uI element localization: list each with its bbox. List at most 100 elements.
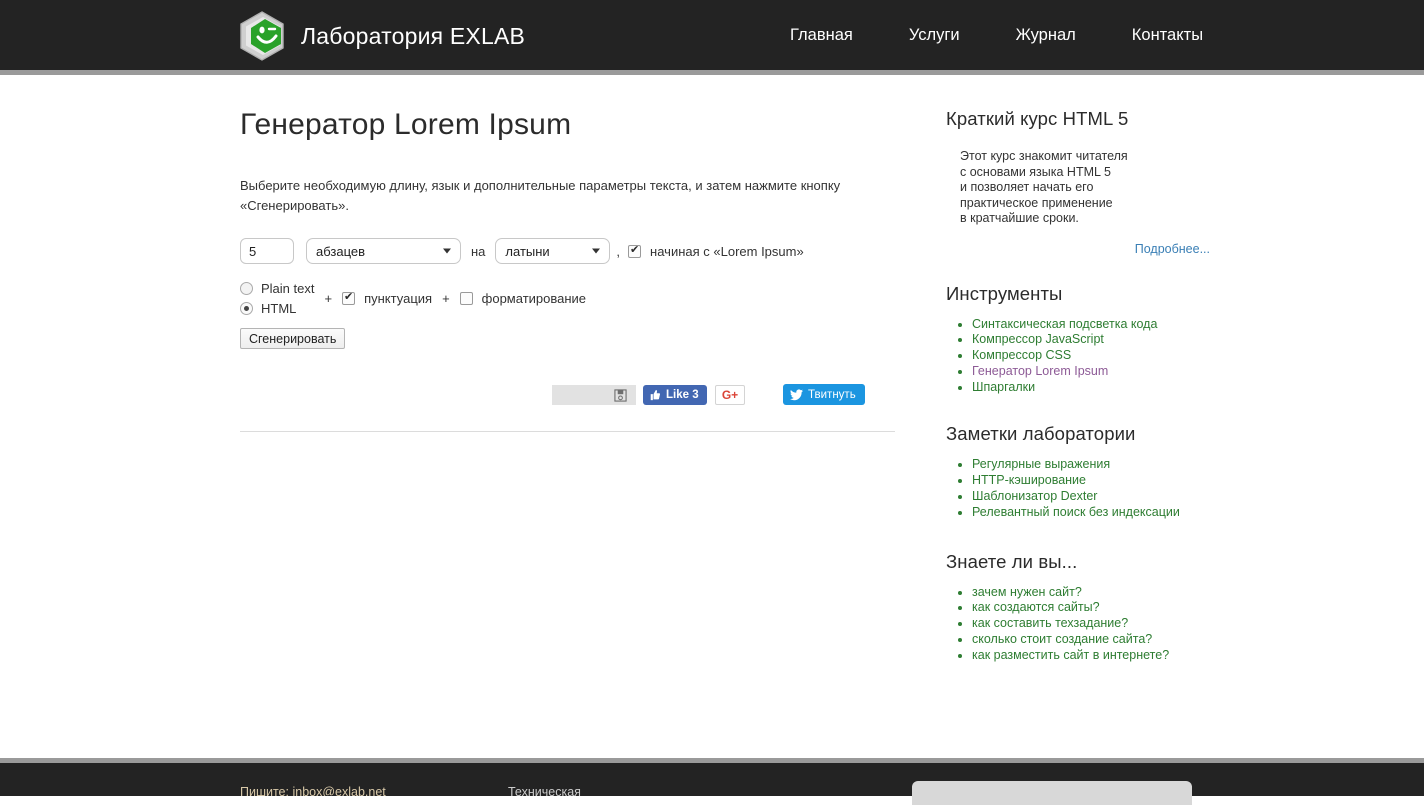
save-floppy-icon <box>614 388 627 402</box>
generator-options-row: абзацев на латыни , начиная с «Lorem Ips… <box>240 238 900 264</box>
facebook-like-label: Like 3 <box>666 389 699 401</box>
didyouknow-link-1[interactable]: зачем нужен сайт? <box>972 585 1082 599</box>
tools-link-1[interactable]: Синтаксическая подсветка кода <box>972 317 1157 331</box>
brand-title: Лаборатория EXLAB <box>301 22 526 49</box>
google-plus-button[interactable]: G+ <box>715 385 745 405</box>
nav-item-services[interactable]: Услуги <box>909 26 960 45</box>
save-widget[interactable] <box>552 385 636 405</box>
notes-link-2[interactable]: HTTP-кэширование <box>972 473 1086 487</box>
list-item[interactable]: HTTP-кэширование <box>972 473 1246 489</box>
list-item[interactable]: Синтаксическая подсветка кода <box>972 317 1246 333</box>
language-select[interactable]: латыни <box>495 238 611 264</box>
promo-line-5: в кратчайшие сроки. <box>960 211 1079 225</box>
sidebar-block-didyouknow: Знаете ли вы... зачем нужен сайт? как со… <box>946 551 1246 664</box>
punctuation-label: пунктуация <box>364 291 433 306</box>
list-item[interactable]: Шпаргалки <box>972 380 1246 396</box>
footer-middle-text: Техническая <box>508 785 581 796</box>
format-options-row: Plain text HTML + пунктуация + форматиро… <box>240 281 900 316</box>
sidebar: Краткий курс HTML 5 Этот курс знакомит ч… <box>946 75 1246 664</box>
nav-item-home[interactable]: Главная <box>790 26 853 45</box>
formatting-checkbox[interactable] <box>459 292 473 305</box>
output-format-radio-group: Plain text HTML <box>240 281 314 316</box>
formatting-label: форматирование <box>481 291 587 306</box>
didyouknow-list: зачем нужен сайт? как создаются сайты? к… <box>946 585 1246 664</box>
list-item[interactable]: Релевантный поиск без индексации <box>972 505 1246 521</box>
sidebar-block-tools: Инструменты Синтаксическая подсветка код… <box>946 283 1246 396</box>
promo-line-2: с основами языка HTML 5 <box>960 164 1111 179</box>
comma-separator: , <box>616 243 621 259</box>
tools-link-5[interactable]: Шпаргалки <box>972 380 1035 394</box>
notes-link-1[interactable]: Регулярные выражения <box>972 457 1110 471</box>
language-select-value: латыни <box>505 243 550 259</box>
radio-plain-text-control[interactable] <box>240 282 253 295</box>
list-item[interactable]: как составить техзадание? <box>972 616 1246 632</box>
promo-line-1: Этот курс знакомит читателя <box>960 149 1128 163</box>
radio-html-control[interactable] <box>240 302 253 315</box>
didyouknow-link-3[interactable]: как составить техзадание? <box>972 616 1128 630</box>
generate-button[interactable]: Сгенерировать <box>240 328 346 349</box>
chevron-down-icon <box>443 248 451 254</box>
promo-more-link[interactable]: Подробнее... <box>1135 242 1210 256</box>
start-with-lorem-checkbox[interactable] <box>628 244 642 258</box>
list-item[interactable]: как создаются сайты? <box>972 600 1246 616</box>
promo-more-wrap: Подробнее... <box>946 240 1246 258</box>
nav-item-journal[interactable]: Журнал <box>1016 26 1076 45</box>
twitter-share-button[interactable]: Твитнуть <box>783 384 865 405</box>
list-item[interactable]: Генератор Lorem Ipsum <box>972 364 1246 380</box>
radio-plain-text-label: Plain text <box>261 281 315 296</box>
nav-item-contacts[interactable]: Контакты <box>1132 26 1203 45</box>
start-with-lorem-label: начиная с «Lorem Ipsum» <box>650 243 804 259</box>
radio-html-label: HTML <box>261 301 297 316</box>
list-item[interactable]: сколько стоит создание сайта? <box>972 632 1246 648</box>
generate-button-wrap: Сгенерировать <box>240 316 900 349</box>
count-input[interactable] <box>240 238 294 264</box>
didyouknow-link-5[interactable]: как разместить сайт в интернете? <box>972 648 1169 662</box>
page-title: Генератор Lorem Ipsum <box>240 108 572 141</box>
notes-heading: Заметки лаборатории <box>946 423 1136 445</box>
social-share-row: Like 3 G+ Твитнуть <box>240 384 900 409</box>
site-header: Лаборатория EXLAB Главная Услуги Журнал … <box>0 0 1424 70</box>
sidebar-block-notes: Заметки лаборатории Регулярные выражения… <box>946 423 1246 520</box>
promo-heading: Краткий курс HTML 5 <box>946 108 1129 129</box>
plus-separator-2: + <box>442 291 450 306</box>
twitter-bird-icon <box>790 388 803 400</box>
sidebar-block-promo: Краткий курс HTML 5 Этот курс знакомит ч… <box>946 75 1246 258</box>
google-plus-label: G+ <box>721 388 739 402</box>
footer-email[interactable]: Пишите: inbox@exlab.net <box>240 785 386 796</box>
notes-list: Регулярные выражения HTTP-кэширование Ша… <box>946 457 1246 520</box>
unit-select[interactable]: абзацев <box>306 238 461 264</box>
punctuation-checkbox[interactable] <box>342 292 356 305</box>
list-item[interactable]: Шаблонизатор Dexter <box>972 489 1246 505</box>
list-item[interactable]: Компрессор JavaScript <box>972 332 1246 348</box>
promo-text: Этот курс знакомит читателя с основами я… <box>946 149 1246 227</box>
tools-list: Синтаксическая подсветка кода Компрессор… <box>946 317 1246 396</box>
notes-link-3[interactable]: Шаблонизатор Dexter <box>972 489 1097 503</box>
tools-link-3[interactable]: Компрессор CSS <box>972 348 1071 362</box>
tools-link-2[interactable]: Компрессор JavaScript <box>972 332 1104 346</box>
promo-line-4: практическое применение <box>960 195 1113 210</box>
facebook-like-button[interactable]: Like 3 <box>643 385 707 405</box>
radio-html[interactable]: HTML <box>240 301 314 316</box>
promo-line-3: и позволяет начать его <box>960 180 1094 194</box>
didyouknow-heading: Знаете ли вы... <box>946 550 1078 572</box>
didyouknow-link-2[interactable]: как создаются сайты? <box>972 600 1100 614</box>
unit-select-value: абзацев <box>316 243 366 259</box>
tools-link-4[interactable]: Генератор Lorem Ipsum <box>972 364 1108 378</box>
page-description: Выберите необходимую длину, язык и допол… <box>240 178 841 213</box>
brand[interactable]: Лаборатория EXLAB <box>236 10 525 62</box>
site-footer: Пишите: inbox@exlab.net Техническая <box>0 763 1424 796</box>
tools-heading: Инструменты <box>946 282 1063 304</box>
radio-plain-text[interactable]: Plain text <box>240 281 314 296</box>
content-divider <box>240 431 895 432</box>
preposition-label: на <box>471 243 486 259</box>
didyouknow-link-4[interactable]: сколько стоит создание сайта? <box>972 632 1152 646</box>
main-nav: Главная Услуги Журнал Контакты <box>790 0 1203 70</box>
footer-search-input[interactable] <box>912 781 1192 805</box>
winking-face-hexagon-logo-icon <box>236 10 288 62</box>
list-item[interactable]: как разместить сайт в интернете? <box>972 648 1246 664</box>
notes-link-4[interactable]: Релевантный поиск без индексации <box>972 505 1180 519</box>
thumbs-up-icon <box>650 390 661 401</box>
list-item[interactable]: Регулярные выражения <box>972 457 1246 473</box>
list-item[interactable]: Компрессор CSS <box>972 348 1246 364</box>
list-item[interactable]: зачем нужен сайт? <box>972 585 1246 601</box>
